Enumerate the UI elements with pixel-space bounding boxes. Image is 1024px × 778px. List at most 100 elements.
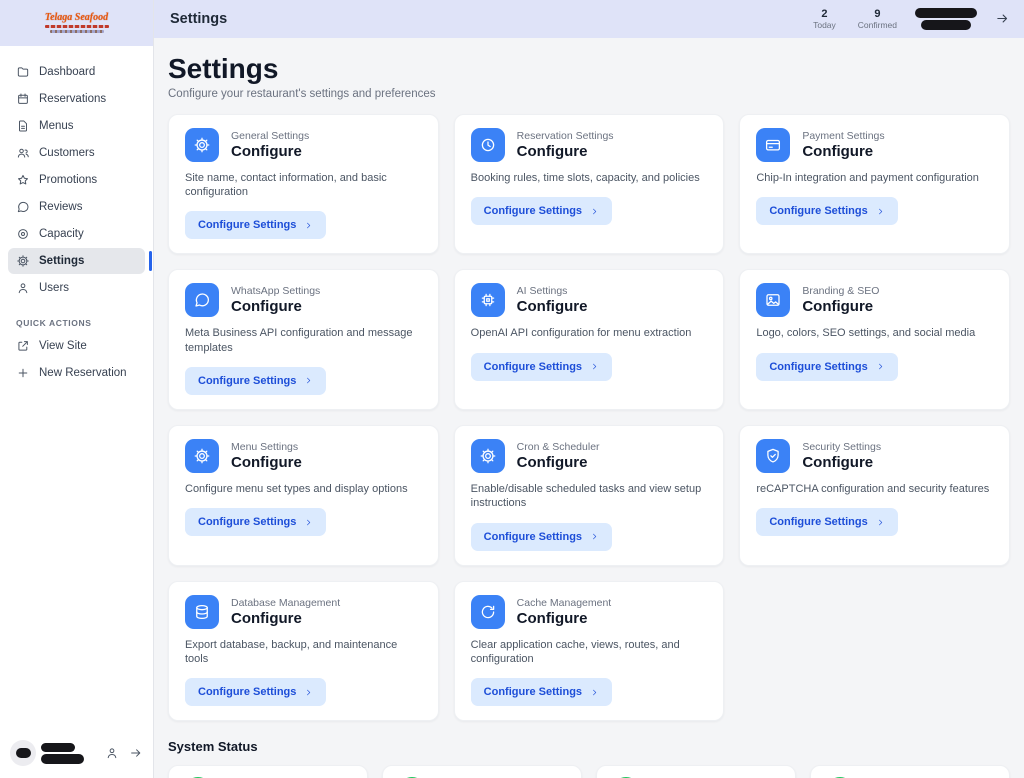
configure-settings-button[interactable]: Configure Settings [471,523,612,551]
sidebar-item-settings[interactable]: Settings [8,248,145,274]
settings-card-security-settings: Security Settings Configure reCAPTCHA co… [739,425,1010,566]
app-window: Telaga Seafood Dashboard Reservations Me… [0,0,1024,778]
card-label: AI Settings [517,285,588,297]
card-title: Configure [517,454,600,471]
card-header: Database Management Configure [185,595,422,629]
refresh-icon [479,603,497,621]
gear-icon [193,447,211,465]
gear-icon [193,136,211,154]
card-header-text: Cron & Scheduler Configure [517,441,600,471]
settings-card-menu-settings: Menu Settings Configure Configure menu s… [168,425,439,566]
card-description: OpenAI API configuration for menu extrac… [471,326,708,340]
card-description: Chip-In integration and payment configur… [756,171,993,185]
card-title: Configure [517,298,588,315]
configure-settings-button[interactable]: Configure Settings [185,367,326,395]
configure-settings-button[interactable]: Configure Settings [185,678,326,706]
sidebar-item-users[interactable]: Users [8,275,145,301]
configure-settings-button[interactable]: Configure Settings [756,508,897,536]
card-description: Clear application cache, views, routes, … [471,638,708,667]
brand-logo-decoration [50,30,104,33]
configure-settings-button[interactable]: Configure Settings [185,211,326,239]
chevron-right-icon [590,688,599,697]
user-profile-icon[interactable] [105,746,119,760]
settings-card-cache-management: Cache Management Configure Clear applica… [454,581,725,722]
redacted-user-role [41,754,84,764]
card-header-text: Menu Settings Configure [231,441,302,471]
sidebar-item-promotions[interactable]: Promotions [8,167,145,193]
card-label: Security Settings [802,441,881,453]
card-header: AI Settings Configure [471,283,708,317]
logout-arrow-icon[interactable] [129,746,143,760]
card-icon-tile [185,595,219,629]
sidebar-item-customers[interactable]: Customers [8,140,145,166]
quick-actions-heading: QUICK ACTIONS [0,318,153,328]
system-status-grid: Database Connected Storage Available Cac… [168,765,1010,778]
sidebar-footer [0,730,153,778]
chevron-right-icon [590,362,599,371]
database-icon [193,603,211,621]
redacted-user-name [41,743,75,752]
redacted-topbar-info [915,8,977,30]
dashboard-icon [16,65,30,79]
configure-settings-button[interactable]: Configure Settings [185,508,326,536]
card-description: Export database, backup, and maintenance… [185,638,422,667]
topbar: Settings 2 Today 9 Confirmed [154,0,1024,38]
topbar-stats: 2 Today 9 Confirmed [813,8,897,31]
sidebar-item-label: Menus [39,120,74,132]
card-title: Configure [802,298,879,315]
chevron-right-icon [304,688,313,697]
sidebar-item-menus[interactable]: Menus [8,113,145,139]
card-description: Logo, colors, SEO settings, and social m… [756,326,993,340]
configure-settings-button-label: Configure Settings [769,205,867,217]
sidebar-item-reviews[interactable]: Reviews [8,194,145,220]
chevron-right-icon [304,221,313,230]
configure-settings-button[interactable]: Configure Settings [756,197,897,225]
sidebar: Telaga Seafood Dashboard Reservations Me… [0,0,154,778]
sidebar-item-label: Users [39,282,69,294]
system-status-heading: System Status [168,739,1010,754]
gear-icon [479,447,497,465]
avatar [10,740,36,766]
card-label: Reservation Settings [517,130,614,142]
external-link-icon [16,339,30,353]
configure-settings-button[interactable]: Configure Settings [471,353,612,381]
sidebar-item-label: Dashboard [39,66,95,78]
sidebar-item-dashboard[interactable]: Dashboard [8,59,145,85]
credit-card-icon [764,136,782,154]
card-label: General Settings [231,130,309,142]
sidebar-item-reservations[interactable]: Reservations [8,86,145,112]
card-icon-tile [756,283,790,317]
quick-action-view-site[interactable]: View Site [8,333,145,359]
sidebar-logo-area: Telaga Seafood [0,0,153,46]
sidebar-item-capacity[interactable]: Capacity [8,221,145,247]
redacted-avatar [16,748,31,758]
configure-settings-button[interactable]: Configure Settings [471,678,612,706]
settings-card-branding-seo: Branding & SEO Configure Logo, colors, S… [739,269,1010,410]
main-area: Settings 2 Today 9 Confirmed Settings Co… [154,0,1024,778]
quick-action-new-reservation[interactable]: New Reservation [8,360,145,386]
topbar-stat-today: 2 Today [813,8,836,31]
card-header: Menu Settings Configure [185,439,422,473]
page-subtitle: Configure your restaurant's settings and… [168,88,1010,100]
topbar-right: 2 Today 9 Confirmed [813,8,1010,31]
card-description: Meta Business API configuration and mess… [185,326,422,355]
card-title: Configure [231,610,340,627]
configure-settings-button[interactable]: Configure Settings [471,197,612,225]
configure-settings-button[interactable]: Configure Settings [756,353,897,381]
clock-icon [479,136,497,154]
card-header-text: General Settings Configure [231,130,309,160]
brand-logo[interactable]: Telaga Seafood [45,13,109,33]
configure-settings-button-label: Configure Settings [769,361,867,373]
sidebar-footer-icons [105,746,143,760]
configure-settings-button-label: Configure Settings [484,361,582,373]
logout-arrow-icon[interactable] [995,11,1010,26]
configure-settings-button-label: Configure Settings [198,219,296,231]
card-label: Cron & Scheduler [517,441,600,453]
settings-card-payment-settings: Payment Settings Configure Chip-In integ… [739,114,1010,255]
card-label: WhatsApp Settings [231,285,320,297]
card-label: Cache Management [517,597,612,609]
card-title: Configure [231,298,320,315]
cpu-icon [479,291,497,309]
stat-label: Confirmed [858,20,897,30]
card-description: Configure menu set types and display opt… [185,482,422,496]
